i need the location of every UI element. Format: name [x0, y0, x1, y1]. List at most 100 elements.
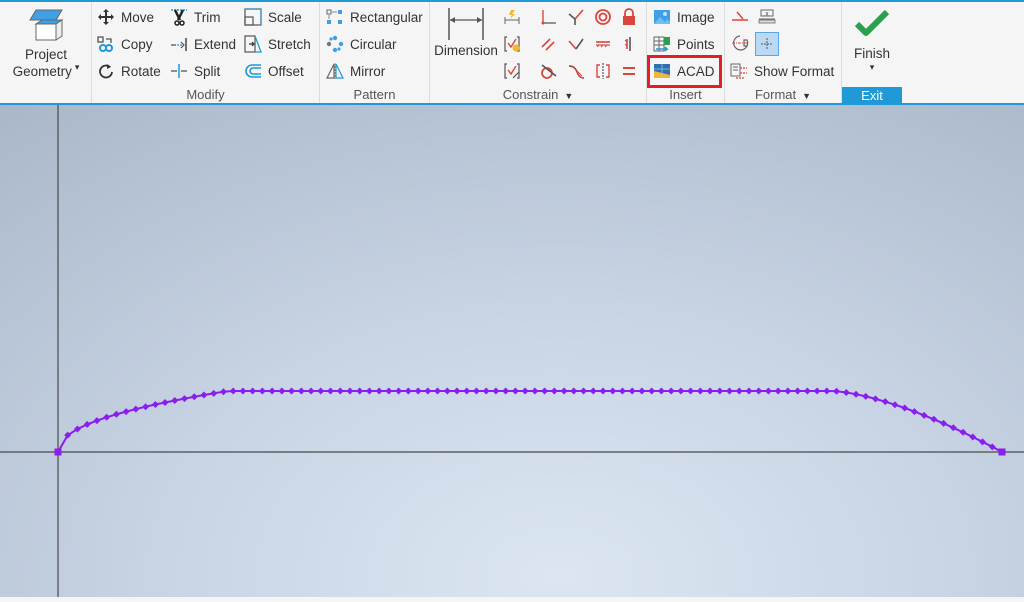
- collinear-button[interactable]: [566, 7, 586, 27]
- sketch-point[interactable]: [424, 387, 432, 395]
- sketch-point[interactable]: [589, 387, 597, 395]
- move-button[interactable]: Move: [97, 6, 154, 28]
- sketch-point[interactable]: [317, 387, 325, 395]
- equal-button[interactable]: [619, 61, 639, 81]
- constrain-panel-label[interactable]: Constrain ▼: [430, 86, 646, 104]
- sketch-point[interactable]: [210, 389, 218, 397]
- sketch-point[interactable]: [735, 387, 743, 395]
- scale-button[interactable]: Scale: [244, 6, 302, 28]
- sketch-point[interactable]: [521, 387, 529, 395]
- dimension-button[interactable]: Dimension: [432, 6, 500, 60]
- sketch-point[interactable]: [910, 408, 918, 416]
- sketch-point[interactable]: [881, 398, 889, 406]
- sketch-point[interactable]: [200, 391, 208, 399]
- sketch-point[interactable]: [356, 387, 364, 395]
- sketch-point[interactable]: [638, 387, 646, 395]
- sketch-point[interactable]: [258, 387, 266, 395]
- curve-end-point[interactable]: [998, 448, 1006, 456]
- sketch-point[interactable]: [969, 433, 977, 441]
- sketch-point[interactable]: [550, 387, 558, 395]
- vertical-button[interactable]: [619, 34, 639, 54]
- sketch-point[interactable]: [716, 387, 724, 395]
- sketch-point[interactable]: [580, 387, 588, 395]
- project-geometry-button[interactable]: Project Geometry ▾: [4, 6, 88, 82]
- sketch-point[interactable]: [813, 387, 821, 395]
- sketch-point[interactable]: [988, 443, 996, 451]
- sketch-point[interactable]: [833, 387, 841, 395]
- sketch-point[interactable]: [443, 387, 451, 395]
- coincident-button[interactable]: [538, 7, 558, 27]
- sketch-point[interactable]: [940, 419, 948, 427]
- sketch-point[interactable]: [541, 387, 549, 395]
- sketch-point[interactable]: [745, 387, 753, 395]
- sketch-point[interactable]: [336, 387, 344, 395]
- symmetric-button[interactable]: [593, 61, 613, 81]
- sketch-point[interactable]: [181, 395, 189, 403]
- sketch-point[interactable]: [560, 387, 568, 395]
- sketch-point[interactable]: [794, 387, 802, 395]
- sketch-point[interactable]: [229, 387, 237, 395]
- sketch-point[interactable]: [657, 387, 665, 395]
- centerline-button[interactable]: [730, 33, 750, 53]
- split-button[interactable]: Split: [170, 60, 220, 82]
- sketch-point[interactable]: [618, 387, 626, 395]
- smooth-button[interactable]: [566, 61, 586, 81]
- sketch-point[interactable]: [171, 396, 179, 404]
- sketch-point[interactable]: [502, 387, 510, 395]
- sketch-point[interactable]: [570, 387, 578, 395]
- sketch-point[interactable]: [648, 387, 656, 395]
- sketch-point[interactable]: [346, 387, 354, 395]
- sketch-point[interactable]: [472, 387, 480, 395]
- sketch-point[interactable]: [511, 387, 519, 395]
- sketch-point[interactable]: [482, 387, 490, 395]
- spline-curve[interactable]: [57, 390, 1003, 453]
- sketch-point[interactable]: [268, 387, 276, 395]
- sketch-point[interactable]: [132, 405, 140, 413]
- sketch-point[interactable]: [823, 387, 831, 395]
- sketch-point[interactable]: [395, 387, 403, 395]
- sketch-point[interactable]: [190, 393, 198, 401]
- sketch-point[interactable]: [755, 387, 763, 395]
- sketch-point[interactable]: [609, 387, 617, 395]
- sketch-point[interactable]: [278, 387, 286, 395]
- mirror-button[interactable]: Mirror: [326, 60, 385, 82]
- copy-button[interactable]: Copy: [97, 33, 153, 55]
- sketch-point[interactable]: [706, 387, 714, 395]
- construction-button[interactable]: [730, 6, 750, 26]
- sketch-point[interactable]: [891, 401, 899, 409]
- sketch-point[interactable]: [434, 387, 442, 395]
- sketch-point[interactable]: [696, 387, 704, 395]
- sketch-point[interactable]: [667, 387, 675, 395]
- curve-start-point[interactable]: [54, 448, 62, 456]
- offset-button[interactable]: Offset: [244, 60, 304, 82]
- sketch-point[interactable]: [687, 387, 695, 395]
- sketch-point[interactable]: [784, 387, 792, 395]
- sketch-point[interactable]: [103, 413, 111, 421]
- circular-pattern-button[interactable]: Circular: [326, 33, 397, 55]
- sketch-point[interactable]: [83, 420, 91, 428]
- sketch-point[interactable]: [628, 387, 636, 395]
- sketch-point[interactable]: [677, 387, 685, 395]
- sketch-point[interactable]: [842, 388, 850, 396]
- trim-button[interactable]: Trim: [170, 6, 221, 28]
- extend-button[interactable]: Extend: [170, 33, 236, 55]
- constraint-inference-button[interactable]: [502, 34, 522, 54]
- sketch-point[interactable]: [161, 398, 169, 406]
- points-button[interactable]: Points: [653, 33, 715, 55]
- sketch-point[interactable]: [239, 387, 247, 395]
- sketch-point[interactable]: [979, 438, 987, 446]
- sketch-point[interactable]: [122, 408, 130, 416]
- constraint-persistence-button[interactable]: [502, 61, 522, 81]
- rotate-button[interactable]: Rotate: [97, 60, 161, 82]
- sketch-point[interactable]: [453, 387, 461, 395]
- center-point-button[interactable]: [755, 32, 779, 56]
- sketch-point[interactable]: [862, 392, 870, 400]
- sketch-point[interactable]: [764, 387, 772, 395]
- sketch-point[interactable]: [151, 401, 159, 409]
- horizontal-button[interactable]: [593, 34, 613, 54]
- driven-dimension-button[interactable]: x: [757, 6, 777, 26]
- sketch-point[interactable]: [404, 387, 412, 395]
- finish-button[interactable]: Finish ▾: [842, 8, 902, 72]
- image-button[interactable]: Image: [653, 6, 715, 28]
- concentric-button[interactable]: [593, 7, 613, 27]
